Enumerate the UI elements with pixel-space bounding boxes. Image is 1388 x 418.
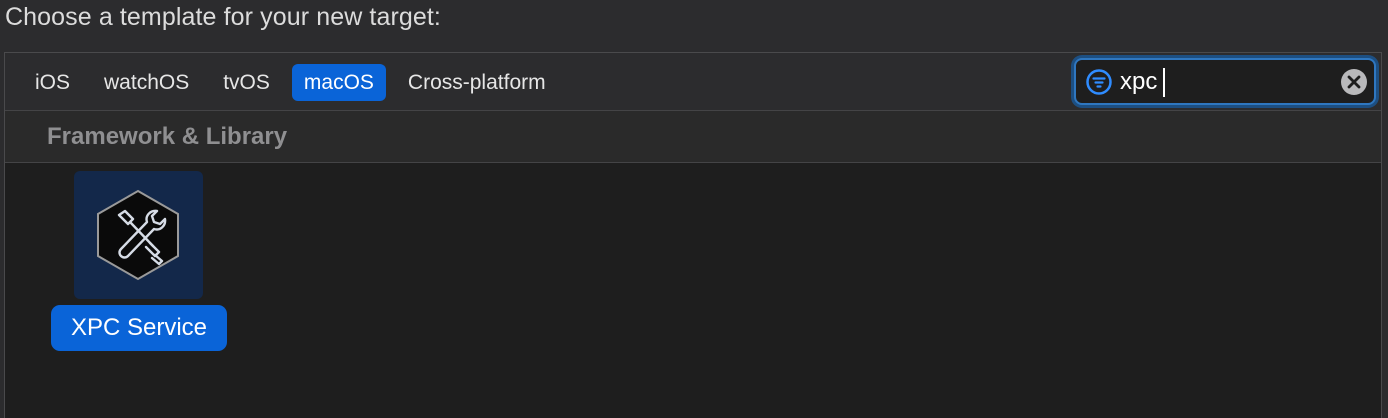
tools-icon [97,189,179,281]
tab-ios[interactable]: iOS [23,64,82,101]
filter-icon [1086,69,1112,95]
text-caret [1163,68,1165,97]
template-label: XPC Service [51,305,227,351]
filter-input[interactable] [1120,65,1330,99]
template-panel: iOS watchOS tvOS macOS Cross-platform xp… [4,52,1382,418]
platform-tabs: iOS watchOS tvOS macOS Cross-platform [23,64,558,101]
filter-field[interactable] [1074,58,1376,105]
template-icon-highlight [74,171,203,299]
tab-cross-platform[interactable]: Cross-platform [396,64,558,101]
section-header: Framework & Library [5,111,1381,163]
tab-macos[interactable]: macOS [291,64,386,101]
section-title: Framework & Library [47,123,288,150]
platform-toolbar: iOS watchOS tvOS macOS Cross-platform [5,53,1381,111]
template-item-xpc-service[interactable]: XPC Service [51,171,227,353]
tab-tvos[interactable]: tvOS [211,64,282,101]
clear-icon[interactable] [1340,68,1368,96]
dialog-heading: Choose a template for your new target: [5,3,441,31]
new-target-template-chooser: Choose a template for your new target: i… [0,0,1388,418]
tab-watchos[interactable]: watchOS [92,64,201,101]
